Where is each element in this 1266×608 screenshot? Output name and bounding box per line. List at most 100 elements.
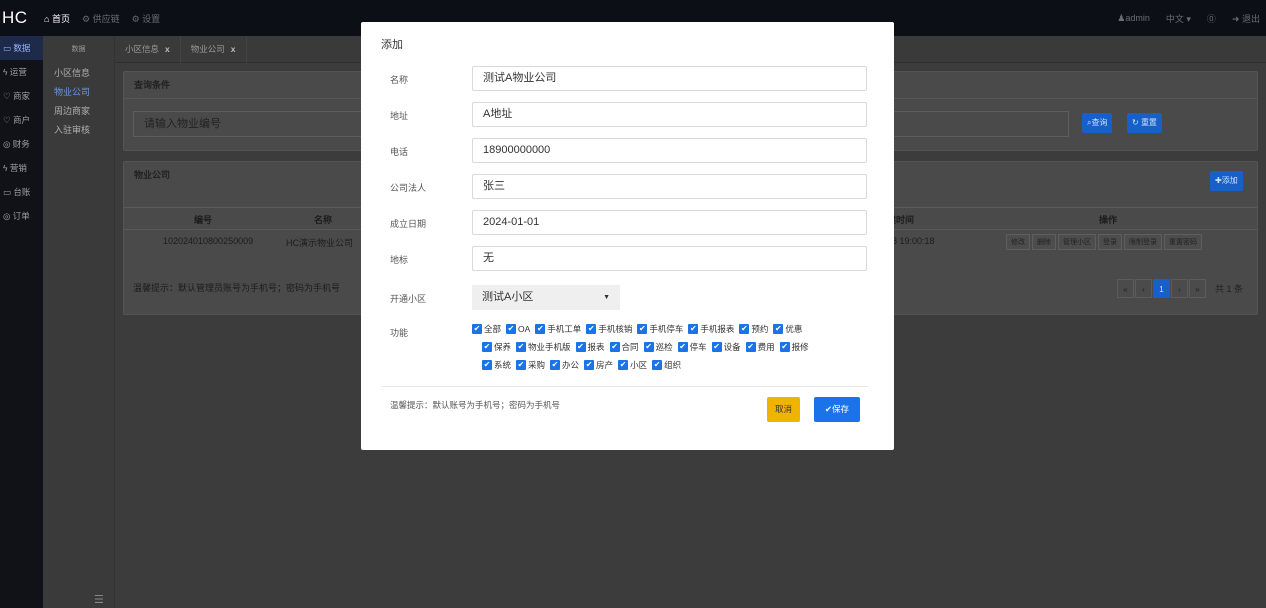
row-action-button[interactable]: 管理小区 [1058, 234, 1096, 250]
function-checkbox[interactable]: ✔ 系统 [482, 359, 511, 371]
function-checkbox[interactable]: ✔ 小区 [618, 359, 647, 371]
close-icon[interactable]: x [231, 44, 236, 54]
row-action-button[interactable]: 修改 [1006, 234, 1030, 250]
function-checkbox[interactable]: ✔ 停车 [677, 341, 707, 353]
sidebar-icon: ϟ [3, 163, 10, 173]
nav-supply-chain[interactable]: ⚙ 供应链 [82, 12, 120, 25]
function-checkbox[interactable]: ✔ 优惠 [773, 323, 802, 335]
cancel-button[interactable]: 取消 [767, 397, 800, 422]
checkbox-checked-icon: ✔ [643, 342, 654, 352]
field-input[interactable]: 18900000000 [472, 138, 867, 163]
function-checkbox[interactable]: ✔ 房产 [584, 359, 613, 371]
field-input[interactable]: 张三 [472, 174, 867, 199]
sidebar-item[interactable]: ♡ 商家 [0, 84, 43, 108]
checkbox-checked-icon: ✔ [652, 360, 663, 370]
add-button[interactable]: ✚添加 [1210, 171, 1243, 191]
page-first[interactable]: « [1116, 279, 1134, 298]
sidebar-icon: ▭ [3, 187, 14, 197]
function-checkbox[interactable]: ✔ 报表 [575, 341, 605, 353]
field-label: 地址 [390, 111, 409, 121]
sidebar-item[interactable]: ◎ 财务 [0, 132, 43, 156]
tab-property-company[interactable]: 物业公司 x [181, 35, 247, 63]
field-input[interactable]: 2024-01-01 [472, 210, 867, 235]
user-menu[interactable]: ♟admin [1117, 13, 1150, 24]
submenu-item[interactable]: 入驻审核 [43, 121, 114, 140]
logout-icon: ➜ [1231, 13, 1240, 24]
field-input[interactable]: A地址 [472, 102, 867, 127]
row-action-button[interactable]: 限制登录 [1124, 234, 1162, 250]
function-checkbox[interactable]: ✔ 巡检 [643, 341, 673, 353]
nav-settings[interactable]: ⚙ 设置 [132, 12, 161, 25]
checkbox-checked-icon: ✔ [506, 324, 517, 334]
sidebar-item[interactable]: ▭ 台账 [0, 180, 43, 204]
app-logo[interactable]: HC [0, 8, 44, 28]
collapse-menu-icon[interactable]: ☰ [94, 593, 104, 606]
function-checkbox[interactable]: ✔ 保养 [482, 341, 511, 353]
field-label: 公司法人 [390, 183, 427, 193]
search-button[interactable]: ⌕查询 [1082, 113, 1113, 133]
page-next[interactable]: › [1170, 279, 1188, 298]
cell-id: 102024010800250009 [163, 236, 254, 246]
submenu-item[interactable]: 物业公司 [43, 83, 114, 102]
logout-button[interactable]: ➜ 退出 [1232, 12, 1260, 25]
function-checkbox[interactable]: ✔ 物业手机版 [516, 341, 571, 353]
function-checkbox[interactable]: ✔ 全部 [472, 323, 501, 335]
functions-checklist: ✔ 全部 ✔ OA ✔ 手机工单 ✔ 手机核销 ✔ 手机停车 ✔ 手机报表 ✔ 预约 ✔ 优惠 ✔ 保养 ✔ 物业手机… [472, 320, 872, 374]
field-label: 名称 [390, 75, 409, 85]
submenu-item[interactable]: 小区信息 [43, 64, 114, 83]
save-button[interactable]: ✔保存 [814, 397, 860, 422]
checkbox-checked-icon: ✔ [779, 342, 790, 352]
page-last[interactable]: » [1188, 279, 1206, 298]
checkbox-checked-icon: ✔ [482, 342, 492, 352]
function-checkbox[interactable]: ✔ 费用 [745, 341, 775, 353]
refresh-icon: ↻ [1132, 118, 1139, 127]
pagination: « ‹ 1 › » 共 1 条 [1116, 279, 1243, 298]
nav-home[interactable]: ⌂ 首页 [44, 12, 70, 25]
help-icon[interactable]: ⓪ [1207, 12, 1216, 25]
sidebar-item[interactable]: ♡ 商户 [0, 108, 43, 132]
checkbox-checked-icon: ✔ [516, 360, 527, 370]
checkbox-checked-icon: ✔ [584, 360, 595, 370]
function-checkbox[interactable]: ✔ 合同 [609, 341, 639, 353]
function-checkbox[interactable]: ✔ 组织 [652, 359, 681, 371]
reset-button[interactable]: ↻ 重置 [1127, 113, 1162, 133]
top-nav: ⌂ 首页 ⚙ 供应链 ⚙ 设置 [44, 12, 160, 25]
field-input[interactable]: 无 [472, 246, 867, 271]
function-checkbox[interactable]: ✔ OA [506, 324, 530, 334]
sidebar-item[interactable]: ϟ 运营 [0, 60, 43, 84]
page-current[interactable]: 1 [1152, 279, 1170, 298]
sidebar-item[interactable]: ϟ 营销 [0, 156, 43, 180]
checkbox-checked-icon: ✔ [609, 342, 620, 352]
sidebar-item[interactable]: ▭ 数据 [0, 36, 43, 60]
page-prev[interactable]: ‹ [1134, 279, 1152, 298]
function-checkbox[interactable]: ✔ 报修 [779, 341, 809, 353]
field-input[interactable]: 测试A物业公司 [472, 66, 867, 91]
function-checkbox[interactable]: ✔ 手机报表 [688, 323, 734, 335]
submenu-item[interactable]: 周边商家 [43, 102, 114, 121]
function-checkbox[interactable]: ✔ 手机工单 [535, 323, 581, 335]
total-count: 共 1 条 [1214, 284, 1243, 294]
row-action-button[interactable]: 重置密码 [1164, 234, 1202, 250]
sidebar-item[interactable]: ◎ 订单 [0, 204, 43, 228]
row-action-button[interactable]: 删除 [1032, 234, 1056, 250]
language-select[interactable]: 中文 ▾ [1166, 12, 1191, 25]
checkbox-checked-icon: ✔ [550, 360, 561, 370]
row-action-button[interactable]: 登录 [1098, 234, 1122, 250]
caret-down-icon: ▾ [1186, 13, 1191, 24]
function-checkbox[interactable]: ✔ 采购 [516, 359, 545, 371]
function-checkbox[interactable]: ✔ 手机核销 [586, 323, 632, 335]
close-icon[interactable]: x [165, 44, 170, 54]
checkbox-checked-icon: ✔ [745, 342, 756, 352]
home-icon: ⌂ [44, 13, 50, 24]
checkbox-checked-icon: ✔ [637, 324, 648, 334]
sidebar-icon: ▭ [3, 43, 14, 53]
tab-community-info[interactable]: 小区信息 x [115, 35, 181, 63]
community-select[interactable]: 测试A小区 ▼ [472, 285, 620, 310]
function-checkbox[interactable]: ✔ 设备 [711, 341, 741, 353]
cell-created: 08 19:00:18 [887, 236, 935, 246]
sidebar-icon: ◎ [3, 139, 13, 149]
function-checkbox[interactable]: ✔ 预约 [739, 323, 768, 335]
sidebar-icon: ♡ [3, 115, 13, 125]
function-checkbox[interactable]: ✔ 手机停车 [637, 323, 683, 335]
function-checkbox[interactable]: ✔ 办公 [550, 359, 579, 371]
